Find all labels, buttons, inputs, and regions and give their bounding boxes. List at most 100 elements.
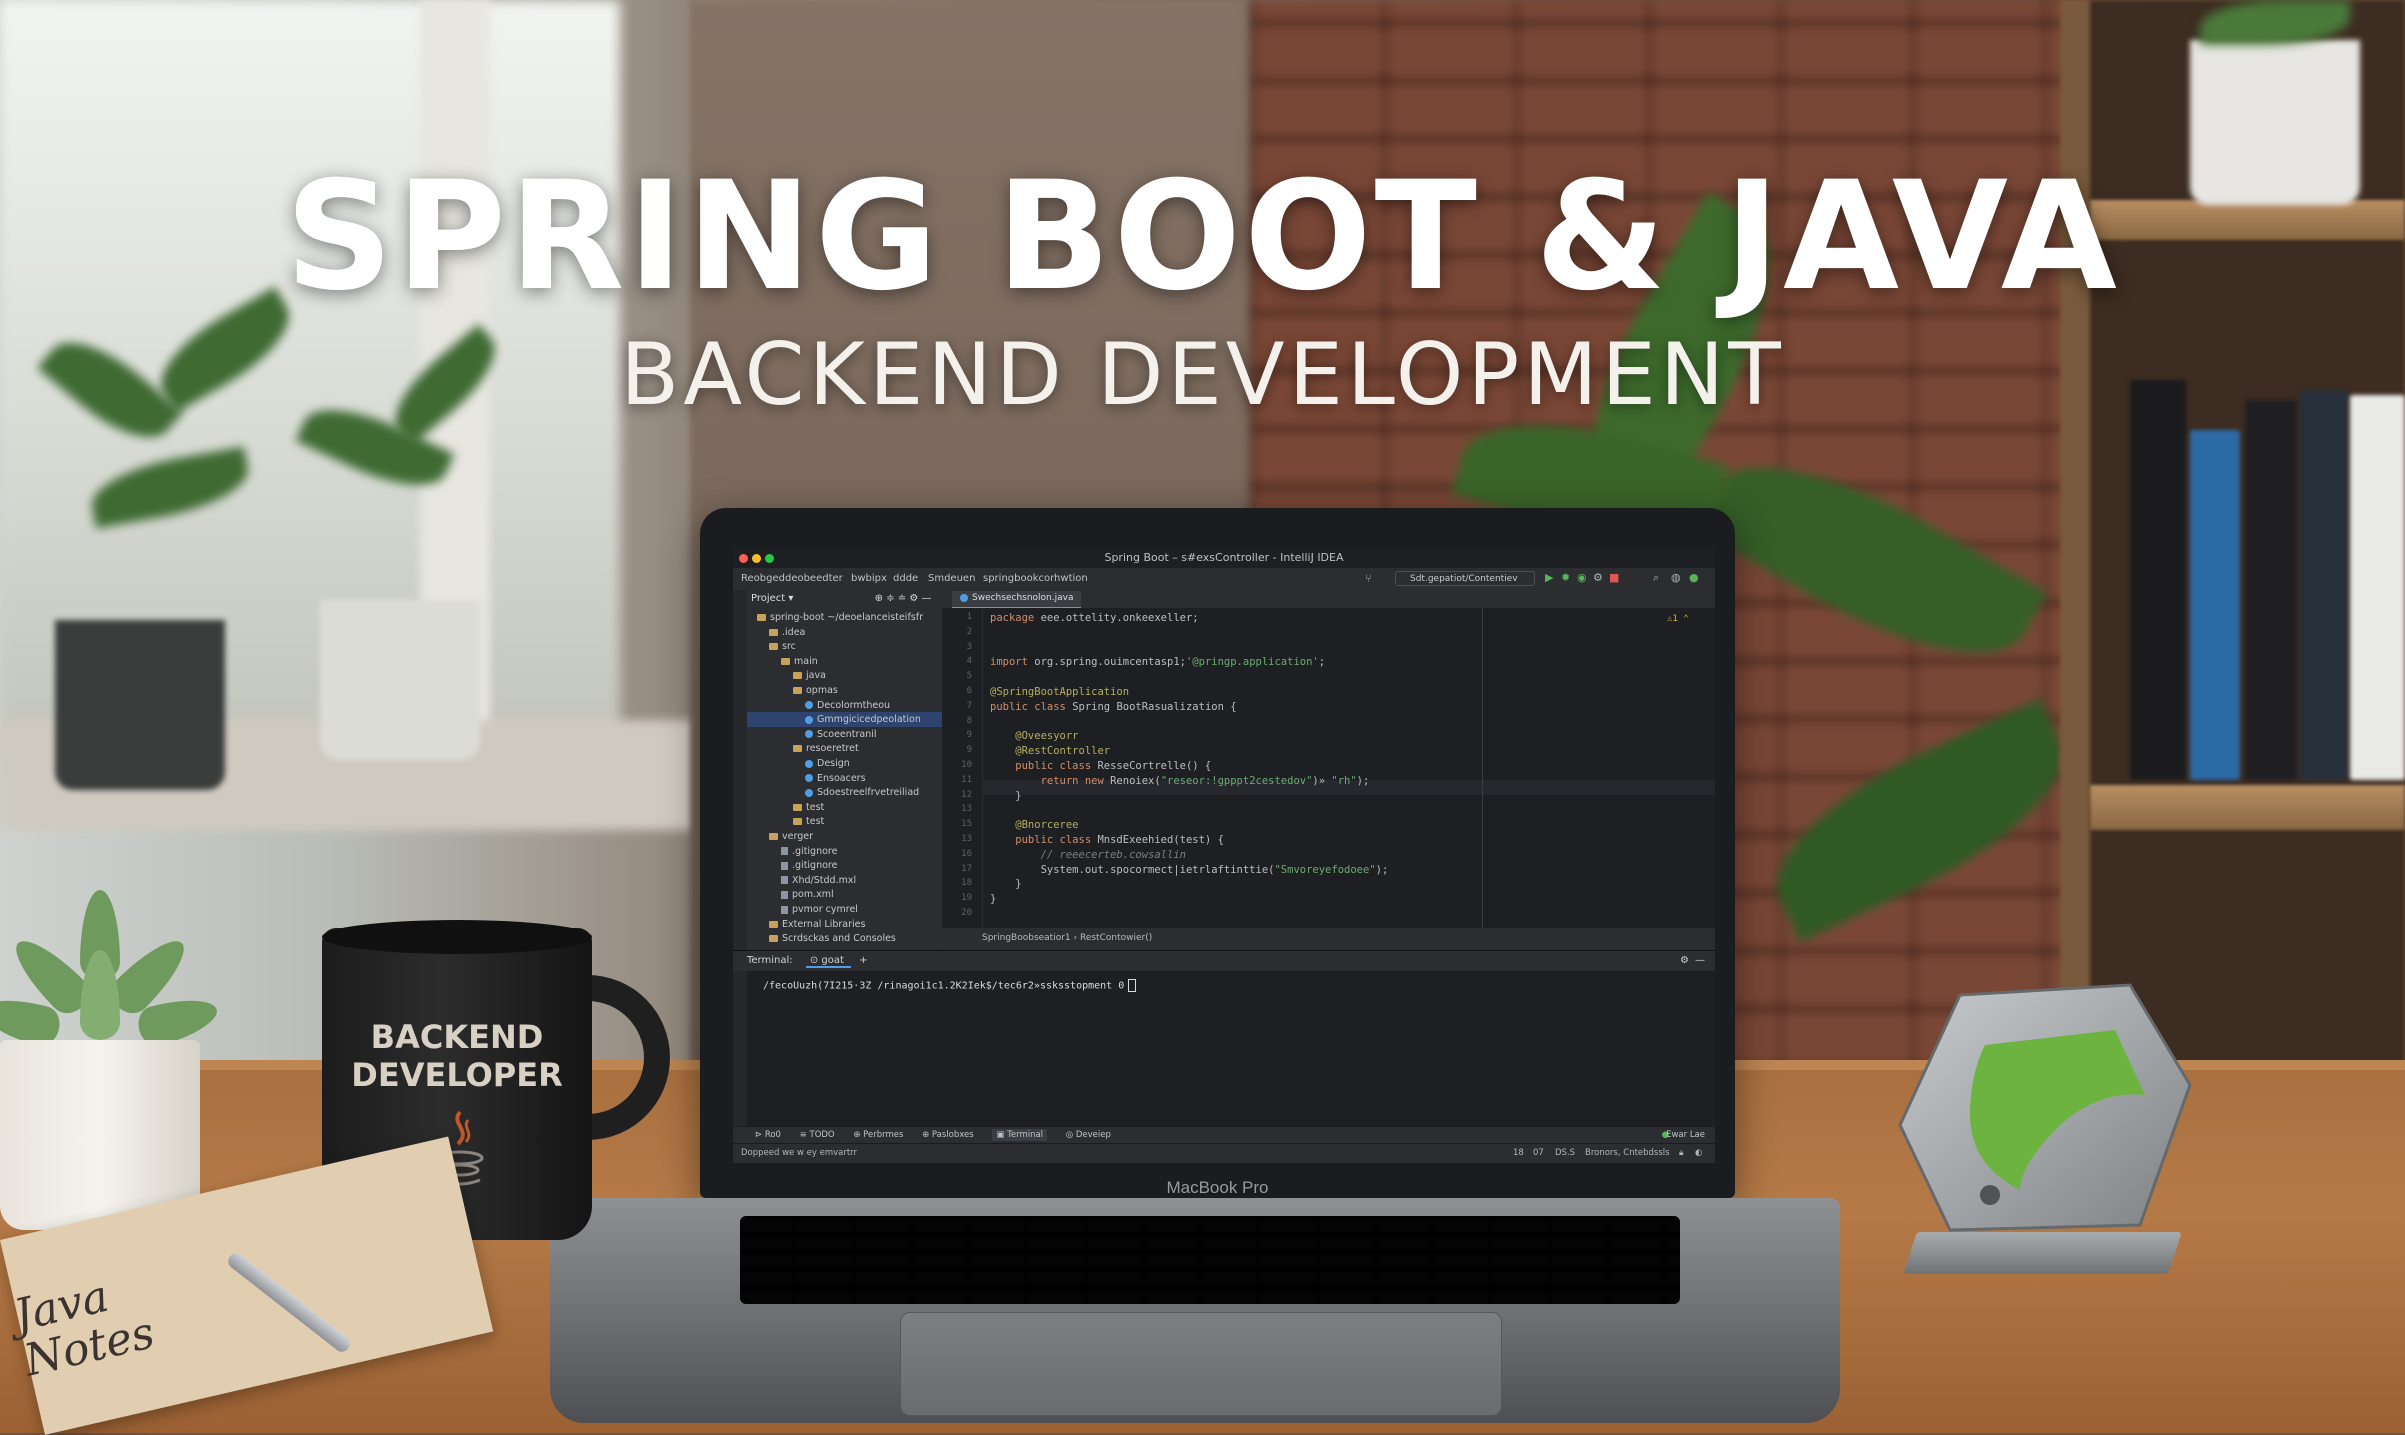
folder-icon: [781, 657, 790, 665]
collapse-icon[interactable]: ≐: [898, 593, 906, 604]
project-tree-item[interactable]: Scoeentranil: [747, 727, 942, 742]
code-line[interactable]: @SpringBootApplication: [990, 686, 1129, 698]
breadcrumb-item[interactable]: Reobgeddeobeedter: [741, 573, 843, 584]
folder-icon: [793, 803, 802, 811]
project-tree-item-label: src: [782, 641, 796, 653]
project-tree-item[interactable]: Gmmgicicedpeolation: [747, 712, 942, 728]
code-editor[interactable]: 1 2 3 4 5 6 7 8 9 9 10 11 12 13 15 13 16 17 18 19 20 ⚠1 ⌃ pa…: [942, 608, 1715, 928]
run-icon[interactable]: ▶: [1545, 571, 1553, 584]
project-tree-item[interactable]: Decolormtheou: [747, 698, 942, 713]
hide-icon[interactable]: —: [922, 593, 932, 604]
code-line[interactable]: return new Renoiex("reseor:!gpppt2cested…: [990, 775, 1370, 787]
code-line[interactable]: }: [990, 878, 1021, 890]
debug-icon[interactable]: ✹: [1561, 571, 1570, 584]
terminal-tab[interactable]: ⊙ goat: [805, 955, 852, 968]
profile-icon[interactable]: ⚙: [1593, 571, 1603, 584]
hero-subtitle: BACKEND DEVELOPMENT: [620, 325, 1785, 425]
breadcrumb-item[interactable]: ddde: [893, 573, 918, 584]
run-configuration-select[interactable]: Sdt.gepatiot/Contentiev: [1395, 571, 1535, 586]
java-class-icon: [805, 701, 813, 710]
project-tree-item[interactable]: spring-boot ~/deoelanceisteifsfr: [747, 610, 942, 625]
status-bar: Doppeed we w ey emvartrr 18 07 DS.S Bron…: [733, 1143, 1715, 1163]
project-tree-item[interactable]: pom.xml: [747, 887, 942, 902]
java-class-icon: [960, 593, 968, 602]
code-line[interactable]: // reeecerteb.cowsallin: [990, 849, 1186, 861]
ide-window-title: Spring Boot – s#exsController - IntelliJ…: [1104, 551, 1344, 564]
java-class-icon: [805, 730, 813, 739]
code-line[interactable]: System.out.spocormect|ietrlaftinttie("Sm…: [990, 864, 1389, 876]
tool-tab-develop[interactable]: ◎ Deveiep: [1066, 1130, 1111, 1140]
code-line[interactable]: @Bnorceree: [990, 819, 1078, 831]
project-tree-item[interactable]: verger: [747, 829, 942, 844]
status-encoding[interactable]: DS.S: [1555, 1144, 1575, 1162]
status-column[interactable]: 07: [1533, 1144, 1544, 1162]
editor-breadcrumb[interactable]: SpringBoobseatior1 › RestContowier(): [942, 928, 1715, 948]
code-line[interactable]: @RestController: [990, 745, 1110, 757]
account-icon[interactable]: ●: [1689, 571, 1699, 584]
project-tree-item[interactable]: Xhd/Stdd.mxl: [747, 873, 942, 888]
project-tree-item[interactable]: test: [747, 800, 942, 815]
project-panel-header[interactable]: Project ▾ ⊕ ≑ ≐ ⚙ —: [751, 593, 932, 604]
project-tree-item[interactable]: test: [747, 814, 942, 829]
project-tree-item[interactable]: opmas: [747, 683, 942, 698]
status-branch[interactable]: Bronors, Cntebdssls: [1585, 1144, 1670, 1162]
project-tree-item[interactable]: .gitignore: [747, 858, 942, 873]
status-line[interactable]: 18: [1513, 1144, 1524, 1162]
project-tree-item[interactable]: .idea: [747, 625, 942, 640]
line-number: 16: [961, 848, 972, 859]
project-tree-item[interactable]: Sdoestreelfrvetreiliad: [747, 785, 942, 800]
project-tree-item-label: main: [794, 655, 818, 667]
inspection-warning-badge[interactable]: ⚠1 ⌃: [1667, 614, 1689, 624]
code-line[interactable]: public class MnsdExeehied(test) {: [990, 834, 1224, 846]
project-tree-item[interactable]: Ensoacers: [747, 771, 942, 786]
code-line[interactable]: package eee.ottelity.onkeexeller;: [990, 612, 1199, 624]
coverage-icon[interactable]: ◉: [1577, 571, 1587, 584]
event-log-label[interactable]: Ewar Lae: [1666, 1127, 1705, 1144]
project-tree-item[interactable]: resoeretret: [747, 741, 942, 756]
stop-icon[interactable]: ■: [1609, 571, 1619, 584]
hide-icon[interactable]: —: [1695, 951, 1705, 971]
terminal-command-line[interactable]: /fecoUuzh(7I215·3Z /rinagoi1c1.2K2Iek$/t…: [763, 979, 1137, 992]
expand-icon[interactable]: ≑: [886, 593, 894, 604]
project-tree-item[interactable]: main: [747, 654, 942, 669]
folder-icon: [769, 833, 778, 840]
project-tree-item[interactable]: .gitignore: [747, 844, 942, 859]
ide-navigation-bar: Reobgeddeobeedter bwbipx ddde Smdeuen sp…: [733, 568, 1715, 591]
tool-tab-terminal[interactable]: ▣ Terminal: [992, 1129, 1048, 1141]
project-tree-item-label: Decolormtheou: [817, 699, 891, 711]
breadcrumb-item[interactable]: bwbipx: [851, 573, 887, 584]
code-line[interactable]: }: [990, 893, 996, 905]
gear-icon[interactable]: ⚙: [909, 593, 918, 604]
tool-tab-problems[interactable]: ⊕ Perbrmes: [853, 1130, 903, 1140]
code-line[interactable]: public class Spring BootRasualization {: [990, 701, 1237, 713]
code-token: org.spring.ouimcentasp1;: [1034, 656, 1186, 669]
project-tree-item[interactable]: Scrdsckas and Consoles: [747, 931, 942, 946]
tool-tab-todo[interactable]: ≡ TODO: [800, 1130, 835, 1140]
code-line[interactable]: @Oveesyorr: [990, 730, 1078, 742]
tool-tab-profiler[interactable]: ⊕ Paslobxes: [922, 1130, 974, 1140]
locate-icon[interactable]: ⊕: [875, 593, 883, 604]
breadcrumb-item[interactable]: springbookcorhwtion: [983, 573, 1088, 584]
lock-icon[interactable]: 🔒︎: [1679, 1144, 1684, 1162]
new-terminal-plus-icon[interactable]: +: [859, 955, 867, 966]
search-icon[interactable]: ⌕: [1653, 571, 1659, 585]
memory-indicator-icon[interactable]: ◐: [1695, 1144, 1702, 1162]
project-tree-item[interactable]: java: [747, 668, 942, 683]
code-line[interactable]: }: [990, 790, 1021, 802]
vcs-icon[interactable]: ⑂: [1365, 572, 1372, 585]
project-tree-item[interactable]: src: [747, 639, 942, 654]
gear-icon[interactable]: ⚙: [1680, 951, 1689, 971]
right-margin-guide: [1482, 608, 1483, 928]
project-tree-item[interactable]: External Libraries: [747, 917, 942, 932]
tool-tab-run[interactable]: ⊳ Ro0: [755, 1130, 781, 1140]
plant-pot-dark: [55, 620, 225, 790]
breadcrumb-item[interactable]: Smdeuen: [928, 573, 975, 584]
line-number: 7: [966, 700, 972, 711]
code-line[interactable]: public class ResseCortrelle() {: [990, 760, 1211, 772]
code-line[interactable]: import org.spring.ouimcentasp1;'@pringp.…: [990, 656, 1325, 668]
notifications-icon[interactable]: ◍: [1671, 571, 1681, 584]
project-tree-item[interactable]: Design: [747, 756, 942, 771]
project-tree-item[interactable]: pvmor cymrel: [747, 902, 942, 917]
line-number: 12: [961, 789, 972, 800]
editor-tab-active[interactable]: Swechsechsnolon.java: [952, 591, 1082, 609]
